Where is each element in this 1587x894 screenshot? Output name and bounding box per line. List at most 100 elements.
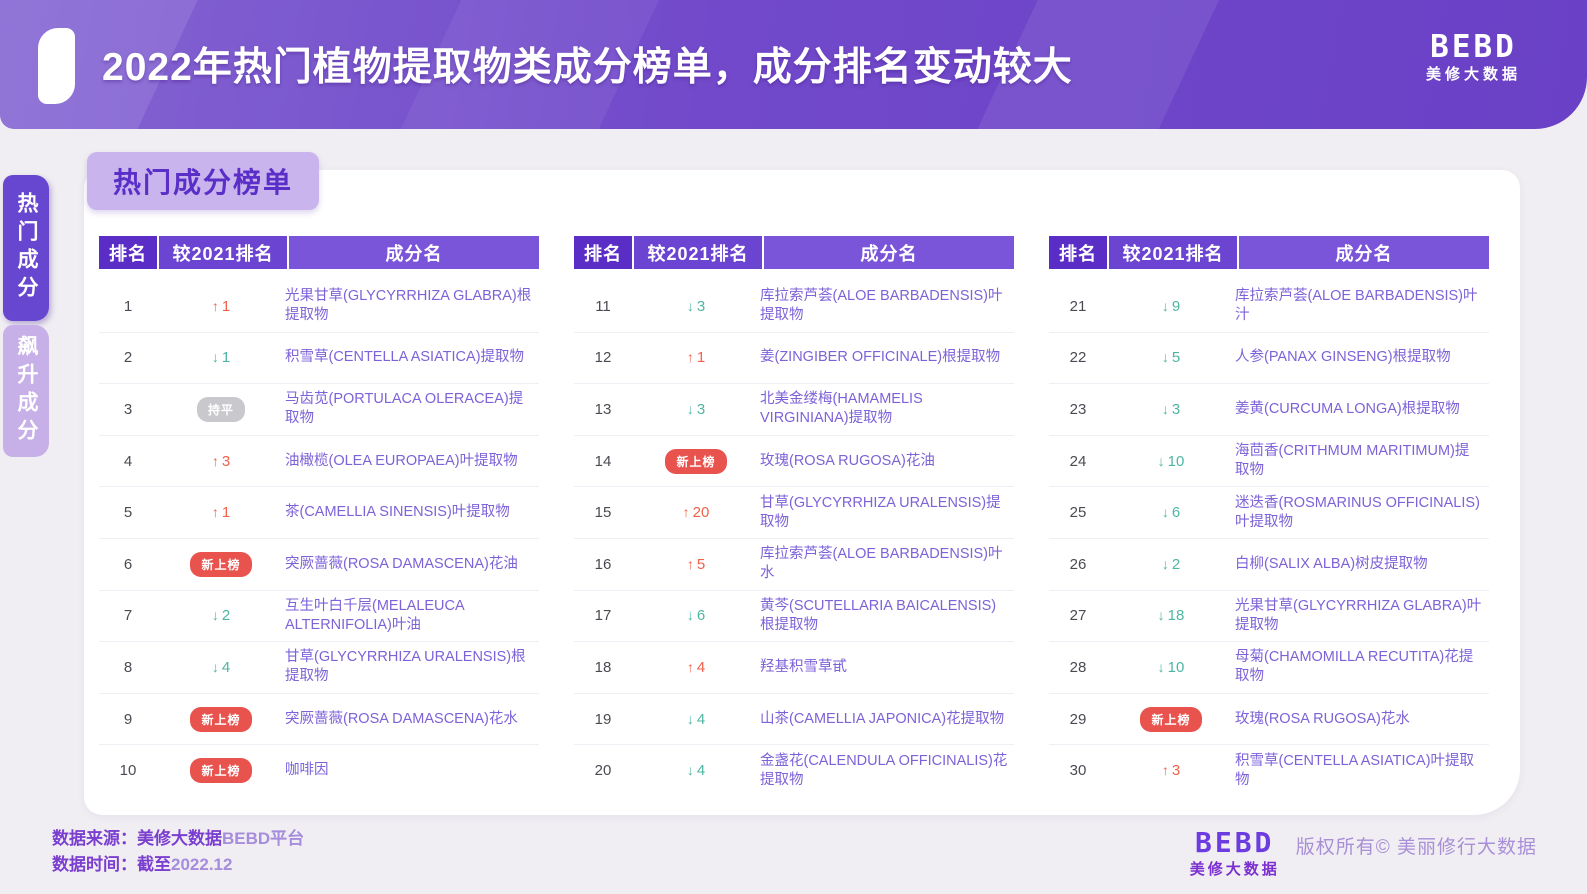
down-arrow-icon: ↓	[687, 298, 694, 314]
ingredient-name: 迷迭香(ROSMARINUS OFFICINALIS)叶提取物	[1235, 494, 1489, 532]
rank-change-cell: 新上榜	[1107, 707, 1235, 732]
rank-change-cell: ↓4	[632, 711, 760, 728]
rank-cell: 1	[99, 298, 157, 315]
table-row: 13↓3北美金缕梅(HAMAMELIS VIRGINIANA)提取物	[574, 384, 1014, 436]
column-header-name: 成分名	[1239, 236, 1489, 269]
rank-cell: 17	[574, 607, 632, 624]
rank-up-indicator: ↑4	[687, 659, 705, 676]
rank-cell: 22	[1049, 349, 1107, 366]
rank-cell: 20	[574, 762, 632, 779]
ingredient-name: 马齿苋(PORTULACA OLERACEA)提取物	[285, 390, 539, 428]
quote-mark-decoration	[38, 28, 75, 104]
ingredient-name: 互生叶白千层(MELALEUCA ALTERNIFOLIA)叶油	[285, 597, 539, 635]
ingredient-name: 库拉索芦荟(ALOE BARBADENSIS)叶汁	[1235, 287, 1489, 325]
ingredient-name: 油橄榄(OLEA EUROPAEA)叶提取物	[285, 452, 539, 471]
table-header: 排名 较2021排名 成分名	[99, 236, 539, 269]
rank-change-cell: ↑20	[632, 504, 760, 521]
rank-down-indicator: ↓6	[687, 607, 705, 624]
rank-down-indicator: ↓2	[212, 607, 230, 624]
rank-down-indicator: ↓4	[687, 711, 705, 728]
ingredient-name: 积雪草(CENTELLA ASIATICA)提取物	[285, 348, 539, 367]
table-row: 18 ↑4 羟基积雪草甙	[574, 642, 1014, 694]
page-header: 2022年热门植物提取物类成分榜单，成分排名变动较大 BEBD 美修大数据	[0, 0, 1587, 129]
table-row: 26↓2白柳(SALIX ALBA)树皮提取物	[1049, 539, 1489, 591]
table-row: 8↓4甘草(GLYCYRRHIZA URALENSIS)根提取物	[99, 642, 539, 694]
ingredient-name: 羟基积雪草甙	[760, 658, 1014, 677]
footer-brand-logo-subtext: 美修大数据	[1190, 858, 1280, 882]
rank-down-indicator: ↓6	[1162, 504, 1180, 521]
brand-logo: BEBD 美修大数据	[1426, 30, 1521, 86]
copyright-text: 版权所有© 美丽修行大数据	[1296, 828, 1537, 859]
table-body: 1↑1光果甘草(GLYCYRRHIZA GLABRA)根提取物2↓1积雪草(CE…	[99, 269, 539, 796]
rank-change-cell: ↓18	[1107, 607, 1235, 624]
rank-cell: 15	[574, 504, 632, 521]
ingredient-name: 玫瑰(ROSA RUGOSA)花水	[1235, 710, 1489, 729]
rank-change-cell: ↓6	[1107, 504, 1235, 521]
ingredient-name: 库拉索芦荟(ALOE BARBADENSIS)叶提取物	[760, 287, 1014, 325]
ingredient-name: 姜黄(CURCUMA LONGA)根提取物	[1235, 400, 1489, 419]
table-body: 21↓9库拉索芦荟(ALOE BARBADENSIS)叶汁22↓5人参(PANA…	[1049, 269, 1489, 796]
sidebar-tab-hot-ingredients[interactable]: 热门成分	[3, 175, 49, 321]
table-row: 19↓4山茶(CAMELLIA JAPONICA)花提取物	[574, 694, 1014, 746]
data-source-line: 数据来源：美修大数据BEBD平台	[52, 826, 304, 852]
table-row: 5↑1茶(CAMELLIA SINENSIS)叶提取物	[99, 487, 539, 539]
table-row: 17↓6黄芩(SCUTELLARIA BAICALENSIS)根提取物	[574, 591, 1014, 643]
rank-cell: 29	[1049, 711, 1107, 728]
column-header-change: 较2021排名	[159, 236, 287, 269]
rank-down-indicator: ↓4	[212, 659, 230, 676]
rank-cell: 21	[1049, 298, 1107, 315]
down-arrow-icon: ↓	[687, 607, 694, 623]
rank-cell: 12	[574, 349, 632, 366]
table-row: 30↑3积雪草(CENTELLA ASIATICA)叶提取物	[1049, 745, 1489, 796]
rank-change-cell: ↑3	[157, 453, 285, 470]
rank-down-indicator: ↓4	[687, 762, 705, 779]
ranking-table-2: 排名 较2021排名 成分名 11↓3库拉索芦荟(ALOE BARBADENSI…	[574, 236, 1014, 796]
ingredient-name: 甘草(GLYCYRRHIZA URALENSIS)提取物	[760, 494, 1014, 532]
down-arrow-icon: ↓	[1158, 659, 1165, 675]
ingredient-name: 山茶(CAMELLIA JAPONICA)花提取物	[760, 710, 1014, 729]
brand-logo-subtext: 美修大数据	[1426, 64, 1521, 86]
rank-cell: 27	[1049, 607, 1107, 624]
column-header-rank: 排名	[574, 236, 632, 269]
rank-cell: 10	[99, 762, 157, 779]
ranking-tables: 排名 较2021排名 成分名 1↑1光果甘草(GLYCYRRHIZA GLABR…	[99, 236, 1490, 796]
rank-cell: 23	[1049, 401, 1107, 418]
rank-change-cell: ↓10	[1107, 659, 1235, 676]
footer-brand-logo-text: BEBD	[1190, 828, 1280, 858]
table-row: 15 ↑20 甘草(GLYCYRRHIZA URALENSIS)提取物	[574, 487, 1014, 539]
table-row: 20↓4金盏花(CALENDULA OFFICINALIS)花提取物	[574, 745, 1014, 796]
down-arrow-icon: ↓	[1158, 607, 1165, 623]
down-arrow-icon: ↓	[1162, 504, 1169, 520]
up-arrow-icon: ↑	[687, 659, 694, 675]
rank-cell: 28	[1049, 659, 1107, 676]
footer-data-source: 数据来源：美修大数据BEBD平台 数据时间：截至2022.12	[52, 826, 304, 878]
rank-cell: 18	[574, 659, 632, 676]
down-arrow-icon: ↓	[212, 349, 219, 365]
down-arrow-icon: ↓	[212, 607, 219, 623]
rank-down-indicator: ↓10	[1158, 659, 1185, 676]
down-arrow-icon: ↓	[1162, 401, 1169, 417]
column-header-rank: 排名	[99, 236, 157, 269]
table-row: 14新上榜玫瑰(ROSA RUGOSA)花油	[574, 436, 1014, 488]
ingredient-name: 库拉索芦荟(ALOE BARBADENSIS)叶水	[760, 545, 1014, 583]
table-row: 28↓10母菊(CHAMOMILLA RECUTITA)花提取物	[1049, 642, 1489, 694]
rank-cell: 7	[99, 607, 157, 624]
table-row: 16↑5库拉索芦荟(ALOE BARBADENSIS)叶水	[574, 539, 1014, 591]
sidebar-tab-rising-ingredients[interactable]: 飙升成分	[3, 325, 49, 457]
down-arrow-icon: ↓	[1162, 298, 1169, 314]
rank-up-indicator: ↑20	[683, 504, 710, 521]
table-row: 7 ↓2 互生叶白千层(MELALEUCA ALTERNIFOLIA)叶油	[99, 591, 539, 643]
ingredient-name: 甘草(GLYCYRRHIZA URALENSIS)根提取物	[285, 648, 539, 686]
ingredient-name: 海茴香(CRITHMUM MARITIMUM)提取物	[1235, 442, 1489, 480]
rank-change-cell: ↑1	[157, 298, 285, 315]
ingredient-name: 咖啡因	[285, 761, 539, 780]
rank-change-cell: ↓3	[632, 298, 760, 315]
table-row: 29新上榜玫瑰(ROSA RUGOSA)花水	[1049, 694, 1489, 746]
ingredient-name: 光果甘草(GLYCYRRHIZA GLABRA)根提取物	[285, 287, 539, 325]
column-header-change: 较2021排名	[634, 236, 762, 269]
footer-branding: BEBD 美修大数据 版权所有© 美丽修行大数据	[1190, 828, 1537, 882]
up-arrow-icon: ↑	[687, 556, 694, 572]
ingredient-name: 北美金缕梅(HAMAMELIS VIRGINIANA)提取物	[760, 390, 1014, 428]
ingredient-name: 突厥蔷薇(ROSA DAMASCENA)花油	[285, 555, 539, 574]
rank-up-indicator: ↑1	[212, 504, 230, 521]
